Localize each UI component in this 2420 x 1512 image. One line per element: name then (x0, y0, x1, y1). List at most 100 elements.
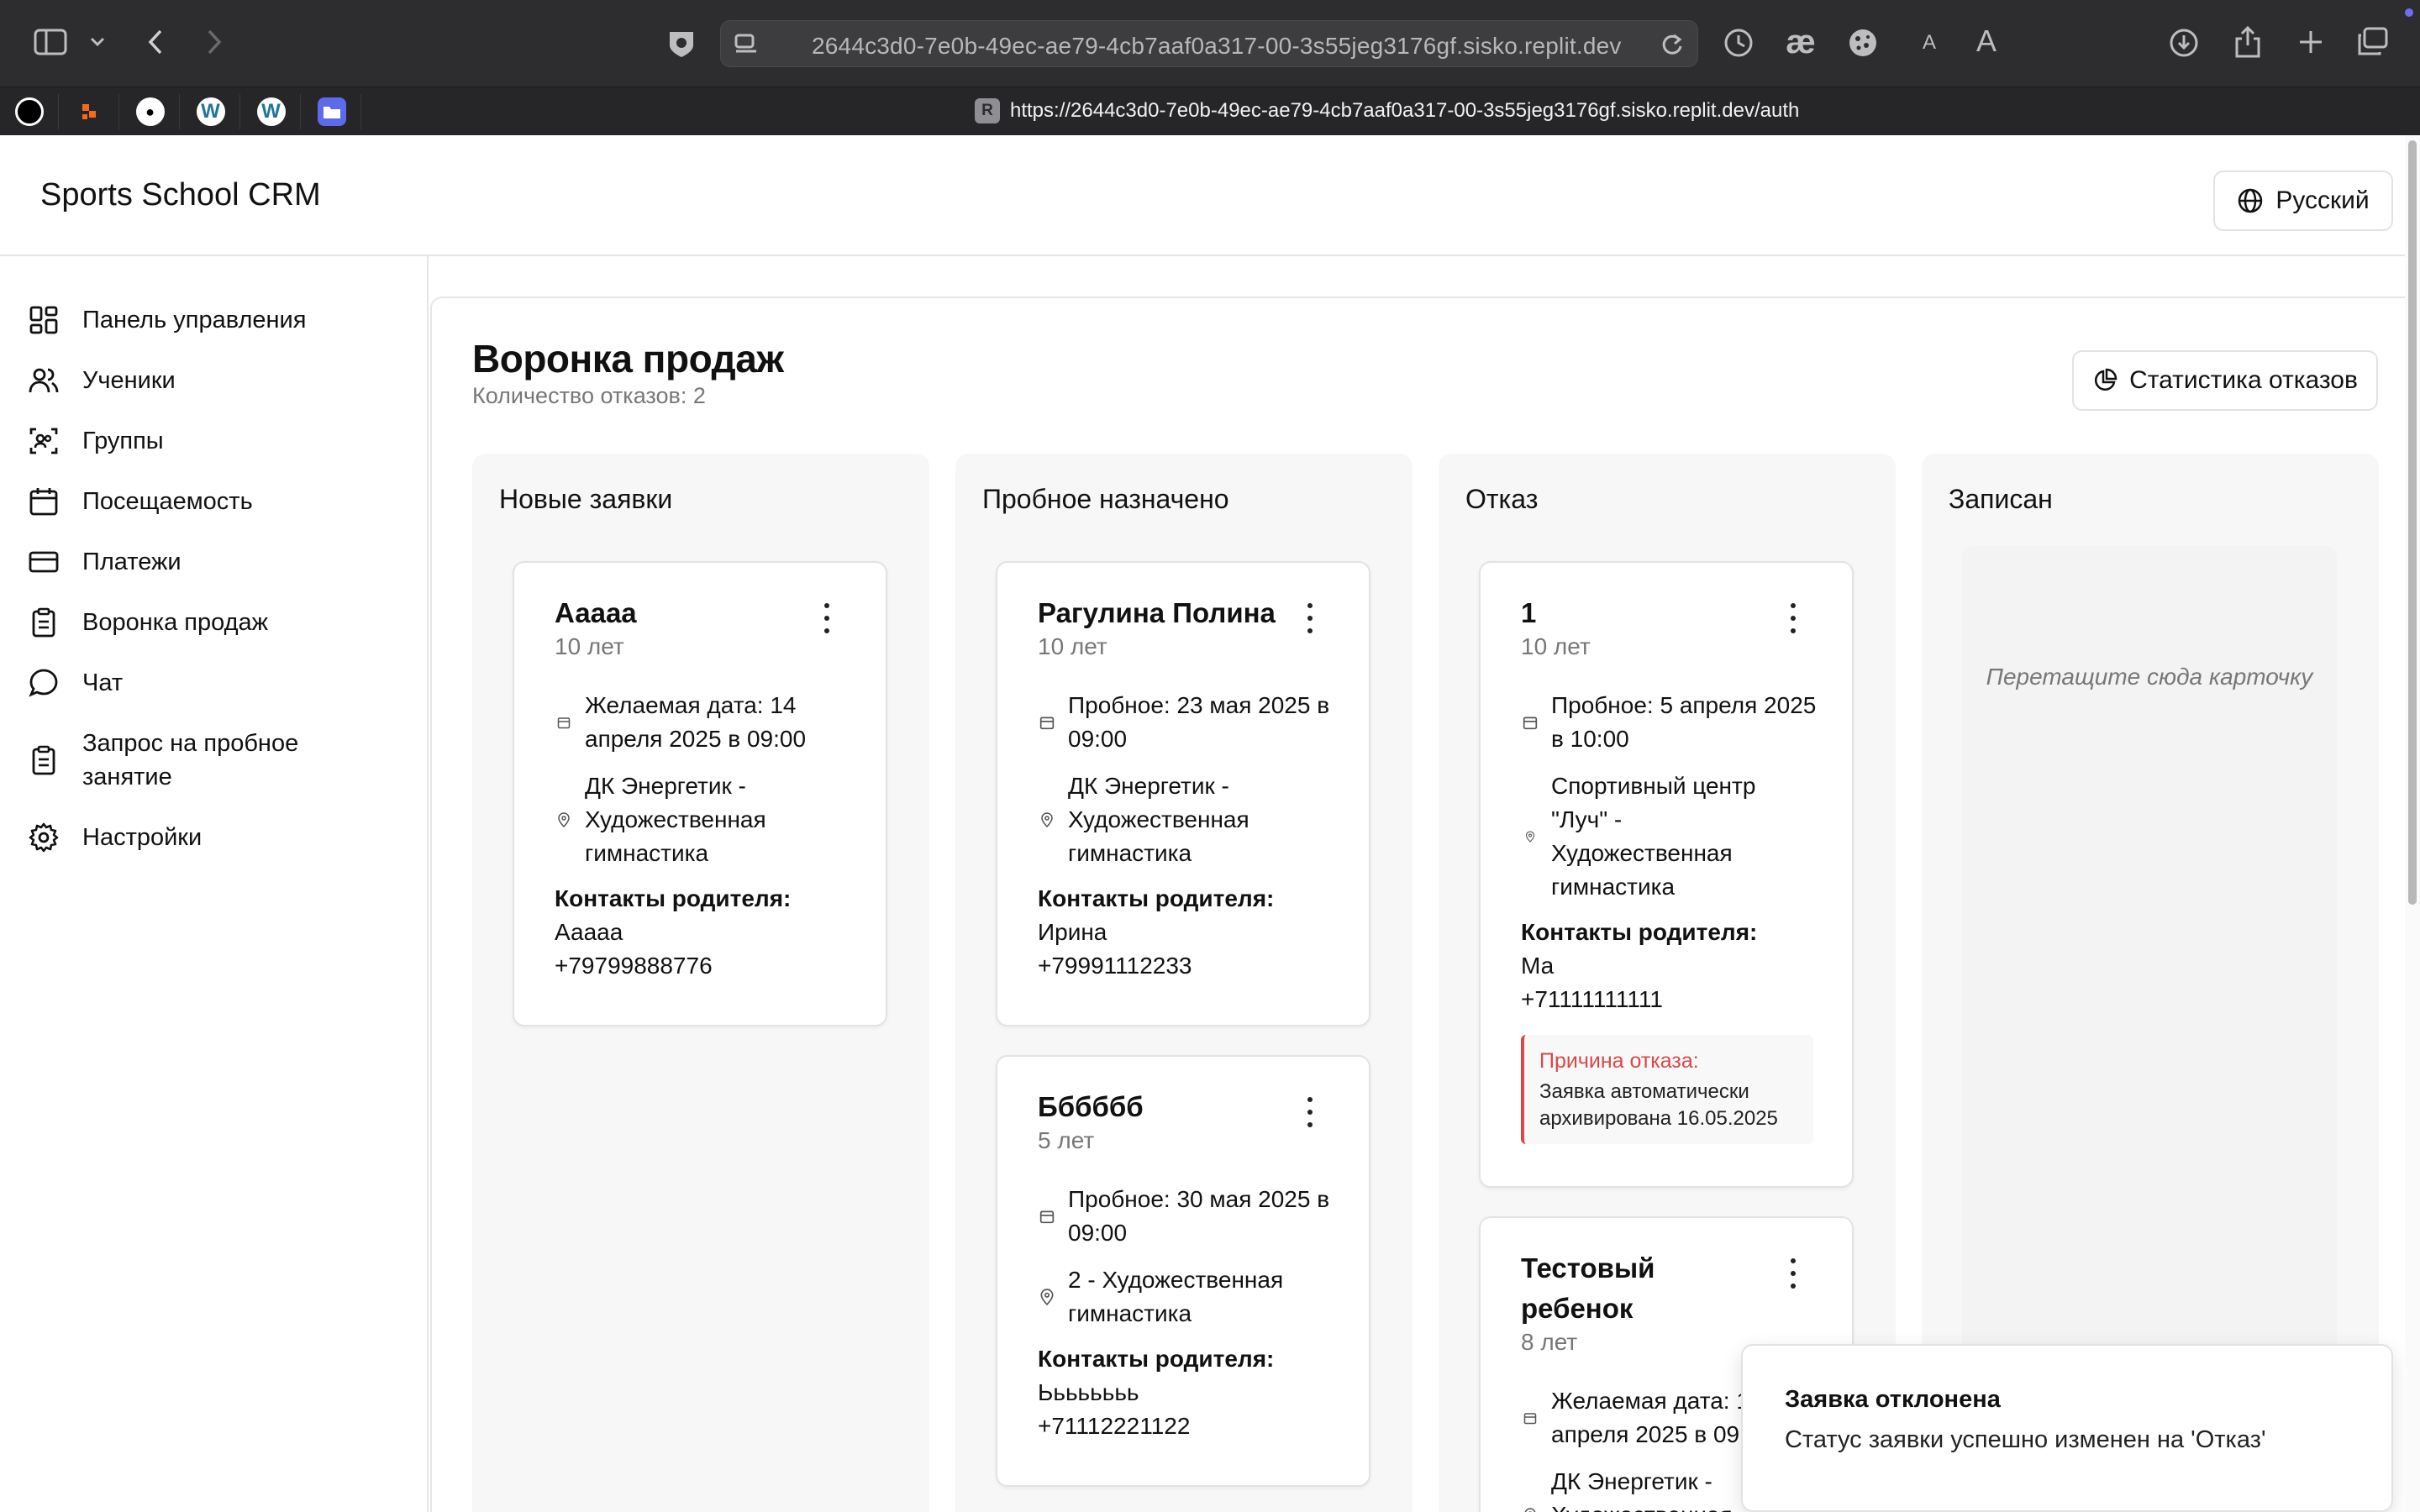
toast-description: Статус заявки успешно изменен на 'Отказ' (1785, 1426, 2266, 1453)
parent-phone: +79991112233 (1038, 953, 1192, 979)
rejections-count: Количество отказов: 2 (472, 383, 706, 408)
users-icon (27, 364, 60, 397)
history-icon[interactable] (1721, 25, 1756, 60)
child-name: Бббббб (1038, 1091, 1144, 1122)
sidebar-item-label: Настройки (82, 824, 203, 851)
page-title: Воронка продаж (472, 337, 784, 381)
back-icon[interactable] (143, 27, 168, 57)
favorite-wordpress-2[interactable]: W (242, 94, 301, 129)
column-title: Отказ (1465, 484, 1539, 514)
browser-toolbar: 2644c3d0-7e0b-49ec-ae79-4cb7aaf0a317-00-… (0, 0, 2420, 87)
favorite-openai[interactable] (0, 94, 59, 129)
active-tab[interactable]: R https://2644c3d0-7e0b-49ec-ae79-4cb7aa… (975, 96, 1799, 126)
location: ДК Энергетик - Художественная гимнастика (555, 769, 857, 870)
rejection-reason: Причина отказа: Заявка автоматически арх… (1521, 1035, 1813, 1144)
sidebar-item-chat[interactable]: Чат (27, 666, 123, 700)
cookie-icon[interactable] (1845, 25, 1881, 60)
sidebar-item-dashboard[interactable]: Панель управления (27, 303, 306, 337)
app-title: Sports School CRM (40, 177, 321, 213)
more-options-icon[interactable] (1785, 1258, 1802, 1289)
map-pin-icon (1521, 831, 1539, 843)
sidebar-item-students[interactable]: Ученики (27, 364, 176, 397)
share-icon[interactable] (2230, 24, 2265, 60)
sidebar-item-label: Запрос на пробное занятие (82, 730, 299, 790)
parent-phone: +71112221122 (1038, 1413, 1191, 1439)
sidebar-item-sales-funnel[interactable]: Воронка продаж (27, 606, 268, 639)
app-header: Sports School CRM Русский (0, 135, 2405, 256)
clipboard-icon (27, 743, 60, 777)
child-name: Ааааа (555, 597, 637, 628)
address-bar[interactable]: 2644c3d0-7e0b-49ec-ae79-4cb7aaf0a317-00-… (720, 20, 1698, 67)
toast-notification[interactable]: Заявка отклонена Статус заявки успешно и… (1741, 1344, 2393, 1512)
sidebar-item-payments[interactable]: Платежи (27, 545, 182, 579)
sidebar-item-trial-request[interactable]: Запрос на пробное занятие (27, 727, 380, 794)
page-scrollbar[interactable] (2405, 135, 2420, 1512)
parent-name: Ьььььььь (1038, 1379, 1139, 1405)
child-name: Рагулина Полина (1038, 597, 1276, 628)
lead-card[interactable]: 1 10 лет Пробное: 5 апреля 2025 в 10:00 … (1479, 561, 1854, 1188)
groups-icon (27, 424, 60, 458)
lead-card[interactable]: Ааааа 10 лет Желаемая дата: 14 апреля 20… (513, 561, 887, 1026)
location: Спортивный центр "Луч" - Художественная … (1521, 769, 1790, 904)
drop-zone-hint: Перетащите сюда карточку (1986, 664, 2313, 690)
extension-shield-icon[interactable] (664, 27, 699, 60)
parent-contacts: Контакты родителя: Ьььььььь +71112221122 (1038, 1342, 1274, 1443)
sidebar-item-groups[interactable]: Группы (27, 424, 164, 458)
sidebar-item-attendance[interactable]: Посещаемость (27, 485, 253, 518)
github-icon: ● (135, 97, 165, 126)
favorite-orange[interactable] (60, 94, 119, 129)
child-age: 10 лет (1038, 633, 1107, 659)
more-options-icon[interactable] (818, 603, 835, 633)
pie-chart-icon (2095, 368, 2118, 391)
orange-bookmark-icon (76, 97, 104, 126)
rejection-stats-button[interactable]: Статистика отказов (2072, 350, 2378, 411)
new-tab-icon[interactable] (2294, 25, 2328, 59)
rejection-stats-label: Статистика отказов (2129, 366, 2358, 394)
parent-name: Ааааа (555, 919, 623, 945)
calendar-icon (1038, 1209, 1056, 1224)
tab-overview-icon[interactable] (2354, 25, 2390, 59)
reload-icon[interactable] (1659, 31, 1686, 58)
sidebar: Панель управления Ученики Группы Посещае… (0, 256, 429, 1512)
map-pin-icon (1038, 812, 1056, 827)
trial-date: Пробное: 5 апреля 2025 в 10:00 (1521, 689, 1823, 756)
parent-phone: +79799888776 (555, 953, 713, 979)
clipboard-icon (27, 606, 60, 639)
lead-card[interactable]: Рагулина Полина 10 лет Пробное: 23 мая 2… (996, 561, 1370, 1026)
credit-card-icon (27, 545, 60, 579)
page-menu-icon[interactable] (733, 31, 760, 58)
child-age: 10 лет (1521, 633, 1591, 659)
sidebar-item-settings[interactable]: Настройки (27, 821, 202, 854)
openai-icon (14, 97, 44, 126)
child-age: 5 лет (1038, 1127, 1095, 1153)
more-options-icon[interactable] (1785, 603, 1802, 633)
sidebar-toggle-icon[interactable] (34, 27, 67, 57)
lead-card[interactable]: Бббббб 5 лет Пробное: 30 мая 2025 в 09:0… (996, 1055, 1370, 1487)
favorite-folder[interactable] (302, 94, 361, 129)
trial-date: Пробное: 30 мая 2025 в 09:00 (1038, 1183, 1340, 1250)
more-options-icon[interactable] (1302, 1097, 1318, 1127)
wordpress-icon: W (196, 97, 225, 126)
favorite-wordpress-1[interactable]: W (182, 94, 240, 129)
parent-name: Ирина (1038, 919, 1107, 945)
more-options-icon[interactable] (1302, 603, 1318, 633)
tab-url-text: https://2644c3d0-7e0b-49ec-ae79-4cb7aaf0… (1010, 99, 1800, 122)
scrollbar-thumb[interactable] (2408, 140, 2417, 905)
map-pin-icon (1521, 1508, 1539, 1512)
font-large-icon[interactable]: A (1973, 24, 2000, 59)
ligature-extension-icon[interactable]: æ (1781, 24, 1820, 60)
chevron-down-icon[interactable] (87, 34, 108, 50)
calendar-icon (27, 485, 60, 518)
column-new-requests: Новые заявки Ааааа 10 лет Желаемая дата:… (472, 454, 929, 1512)
notification-dot (2405, 8, 2413, 17)
download-icon[interactable] (2166, 25, 2202, 60)
font-small-icon[interactable]: A (1919, 29, 1939, 57)
calendar-icon (1038, 715, 1056, 730)
sidebar-item-label: Панель управления (82, 307, 307, 333)
favorite-github[interactable]: ● (121, 94, 180, 129)
toast-title: Заявка отклонена (1785, 1386, 2001, 1413)
child-age: 8 лет (1521, 1329, 1578, 1355)
language-button[interactable]: Русский (2213, 171, 2393, 231)
forward-icon[interactable] (202, 27, 227, 57)
gear-icon (27, 821, 60, 854)
